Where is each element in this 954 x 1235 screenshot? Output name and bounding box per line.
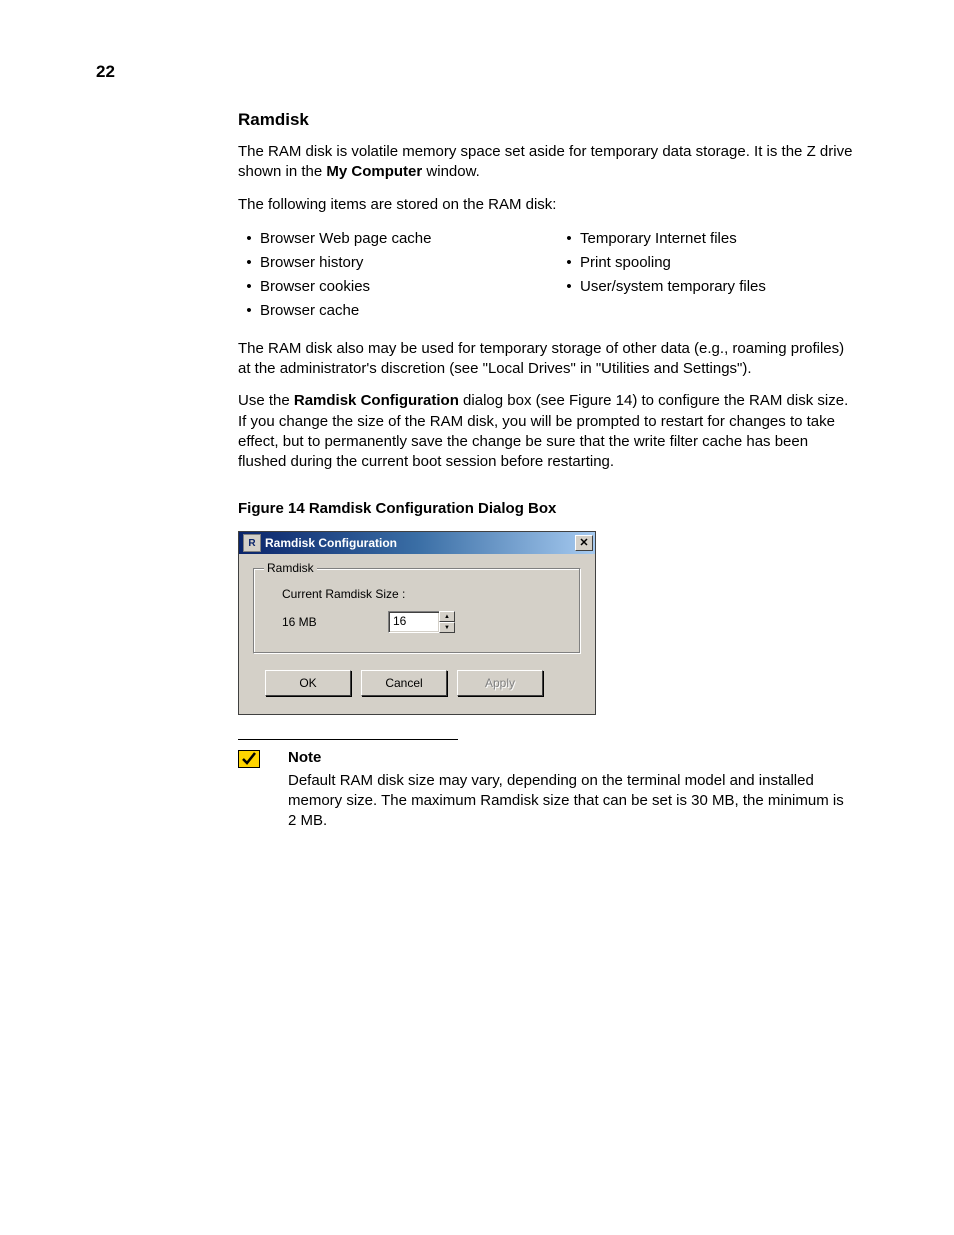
paragraph-3: The RAM disk also may be used for tempor…: [238, 339, 854, 380]
list-item: •Browser Web page cache: [238, 227, 518, 251]
paragraph-1: The RAM disk is volatile memory space se…: [238, 142, 854, 183]
bullet-text: Browser cache: [260, 299, 359, 323]
bullet-icon: •: [558, 275, 580, 299]
chevron-up-icon: ▲: [444, 614, 450, 620]
bullet-icon: •: [238, 251, 260, 275]
chevron-down-icon: ▼: [444, 625, 450, 631]
note-block: Note Default RAM disk size may vary, dep…: [238, 748, 854, 831]
bullet-icon: •: [558, 227, 580, 251]
bullet-icon: •: [238, 275, 260, 299]
page-number: 22: [96, 62, 115, 82]
paragraph-2: The following items are stored on the RA…: [238, 195, 854, 215]
ramdisk-dialog: R Ramdisk Configuration ✕ Ramdisk Curren…: [238, 531, 596, 715]
dialog-button-row: OK Cancel Apply: [253, 670, 581, 696]
size-input[interactable]: 16: [388, 611, 440, 633]
close-icon: ✕: [579, 538, 588, 549]
ok-button[interactable]: OK: [265, 670, 351, 696]
para4-bold: Ramdisk Configuration: [294, 392, 459, 409]
list-item: •User/system temporary files: [558, 275, 838, 299]
close-button[interactable]: ✕: [575, 535, 593, 551]
note-label: Note: [288, 748, 854, 768]
groupbox-legend: Ramdisk: [264, 561, 317, 575]
bullet-text: Browser cookies: [260, 275, 370, 299]
bullet-icon: •: [238, 227, 260, 251]
bullet-col-left: •Browser Web page cache •Browser history…: [238, 227, 518, 323]
section-title: Ramdisk: [238, 110, 854, 130]
list-item: •Print spooling: [558, 251, 838, 275]
page: 22 Ramdisk The RAM disk is volatile memo…: [0, 0, 954, 1235]
list-item: •Browser history: [238, 251, 518, 275]
spin-buttons: ▲ ▼: [439, 611, 455, 633]
bullet-col-right: •Temporary Internet files •Print spoolin…: [558, 227, 838, 323]
bullet-text: User/system temporary files: [580, 275, 766, 299]
list-item: •Browser cookies: [238, 275, 518, 299]
cancel-button[interactable]: Cancel: [361, 670, 447, 696]
apply-button[interactable]: Apply: [457, 670, 543, 696]
bullet-text: Browser history: [260, 251, 363, 275]
ramdisk-groupbox: Ramdisk Current Ramdisk Size : 16 MB 16 …: [253, 568, 581, 654]
content-area: Ramdisk The RAM disk is volatile memory …: [238, 110, 854, 831]
note-icon: [238, 750, 260, 768]
list-item: •Browser cache: [238, 299, 518, 323]
list-item: •Temporary Internet files: [558, 227, 838, 251]
dialog-app-icon: R: [243, 534, 261, 552]
spin-up-button[interactable]: ▲: [439, 611, 455, 622]
bullet-icon: •: [558, 251, 580, 275]
size-spinbox: 16 ▲ ▼: [388, 611, 455, 633]
para1-post: window.: [422, 163, 480, 180]
bullet-text: Print spooling: [580, 251, 671, 275]
size-label: Current Ramdisk Size :: [282, 587, 564, 601]
note-text: Default RAM disk size may vary, dependin…: [288, 771, 854, 832]
note-separator: [238, 739, 458, 740]
note-body: Note Default RAM disk size may vary, dep…: [288, 748, 854, 831]
size-row: 16 MB 16 ▲ ▼: [282, 611, 564, 633]
bullet-icon: •: [238, 299, 260, 323]
figure-caption: Figure 14 Ramdisk Configuration Dialog B…: [238, 500, 854, 517]
para1-bold: My Computer: [326, 163, 422, 180]
dialog-titlebar: R Ramdisk Configuration ✕: [239, 532, 595, 554]
para4-pre: Use the: [238, 392, 294, 409]
dialog-title: Ramdisk Configuration: [265, 536, 575, 550]
dialog-body: Ramdisk Current Ramdisk Size : 16 MB 16 …: [239, 554, 595, 714]
size-display: 16 MB: [282, 615, 382, 629]
bullet-text: Browser Web page cache: [260, 227, 431, 251]
bullet-text: Temporary Internet files: [580, 227, 737, 251]
paragraph-4: Use the Ramdisk Configuration dialog box…: [238, 391, 854, 472]
spin-down-button[interactable]: ▼: [439, 622, 455, 633]
bullet-columns: •Browser Web page cache •Browser history…: [238, 227, 854, 323]
